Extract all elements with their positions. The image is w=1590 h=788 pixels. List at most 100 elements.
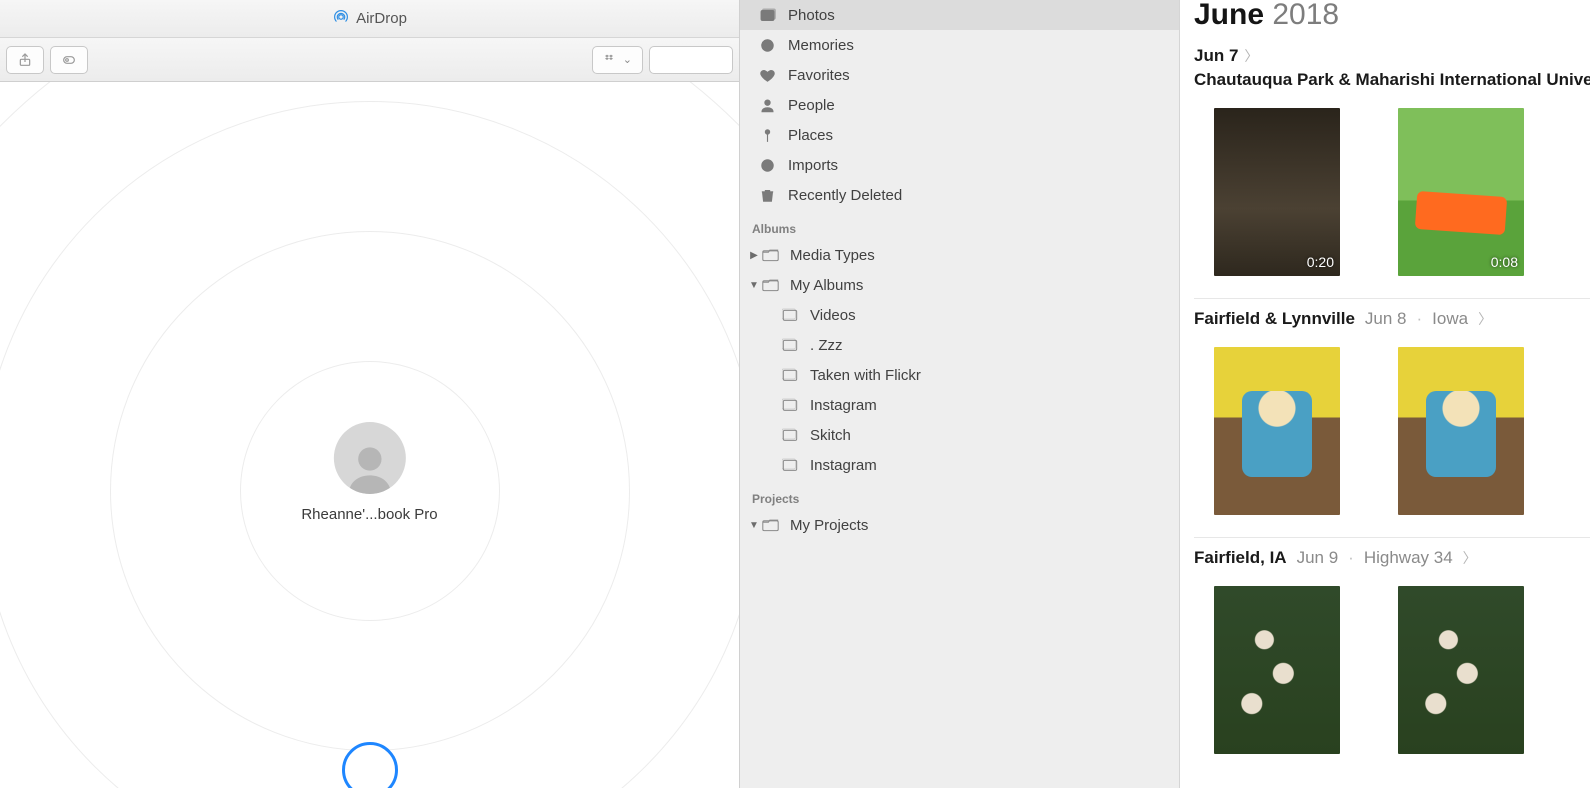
photo-thumbnail[interactable]: [1398, 586, 1524, 754]
search-field[interactable]: [649, 46, 733, 74]
finder-title: AirDrop: [356, 10, 407, 27]
day-group: Jun 7 〉 Chautauqua Park & Maharishi Intern…: [1194, 46, 1590, 276]
sidebar-album--zzz[interactable]: . Zzz: [740, 330, 1179, 360]
folder-icon: [762, 248, 780, 262]
thumbnail-row: [1194, 347, 1590, 515]
album-label: Videos: [810, 307, 856, 324]
day-location: Iowa: [1432, 309, 1468, 329]
day-location: Highway 34: [1364, 548, 1453, 568]
sidebar-item-label: Recently Deleted: [788, 187, 902, 204]
album-label: . Zzz: [810, 337, 843, 354]
disclosure-down-icon[interactable]: ▼: [748, 280, 760, 291]
media-types-label: Media Types: [790, 247, 875, 264]
pin-icon: [758, 127, 776, 144]
section-header-albums: Albums: [740, 210, 1179, 240]
album-icon: [782, 368, 800, 382]
finder-window: AirDrop ⌄ Rhean: [0, 0, 740, 788]
folder-icon: [762, 278, 780, 292]
airdrop-contact[interactable]: Rheanne'...book Pro: [301, 422, 437, 523]
sidebar-item-label: Memories: [788, 37, 854, 54]
video-duration: 0:20: [1307, 254, 1334, 270]
album-label: Instagram: [810, 397, 877, 414]
airdrop-body: Rheanne'...book Pro: [0, 82, 739, 788]
thumbnail-row: 0:20 0:08: [1194, 108, 1590, 276]
day-title: Fairfield & Lynnville: [1194, 309, 1355, 329]
contact-name: Rheanne'...book Pro: [301, 506, 437, 523]
photos-sidebar: Photos Memories Favorites People Places Impor…: [740, 0, 1180, 788]
trash-icon: [758, 187, 776, 204]
photo-thumbnail[interactable]: [1214, 586, 1340, 754]
finder-toolbar: ⌄: [0, 38, 739, 82]
sidebar-item-photos[interactable]: Photos: [740, 0, 1179, 30]
disclosure-down-icon[interactable]: ▼: [748, 520, 760, 531]
album-icon: [782, 338, 800, 352]
person-icon: [758, 97, 776, 114]
album-label: Taken with Flickr: [810, 367, 921, 384]
photo-thumbnail[interactable]: [1214, 347, 1340, 515]
album-label: Skitch: [810, 427, 851, 444]
sidebar-item-recently-deleted[interactable]: Recently Deleted: [740, 180, 1179, 210]
sidebar-album-skitch[interactable]: Skitch: [740, 420, 1179, 450]
album-label: Instagram: [810, 457, 877, 474]
day-group: Fairfield & LynnvilleJun 8·Iowa〉: [1194, 298, 1590, 515]
sidebar-my-projects[interactable]: ▼ My Projects: [740, 510, 1179, 540]
day-date: Jun 7: [1194, 46, 1238, 66]
sidebar-item-label: People: [788, 97, 835, 114]
album-icon: [782, 308, 800, 322]
photo-thumbnail[interactable]: [1398, 347, 1524, 515]
photos-content: June 2018 Jun 7 〉 Chautauqua Park & Mahari…: [1180, 0, 1590, 788]
sidebar-media-types[interactable]: ▶ Media Types: [740, 240, 1179, 270]
my-albums-label: My Albums: [790, 277, 863, 294]
photos-icon: [758, 7, 776, 24]
sidebar-item-label: Favorites: [788, 67, 850, 84]
sidebar-item-places[interactable]: Places: [740, 120, 1179, 150]
avatar-icon: [333, 422, 405, 494]
video-thumbnail[interactable]: 0:20: [1214, 108, 1340, 276]
month-label: June: [1194, 0, 1264, 31]
chevron-right-icon: 〉: [1244, 46, 1258, 66]
section-header-projects: Projects: [740, 480, 1179, 510]
heart-icon: [758, 67, 776, 84]
tags-button[interactable]: [50, 46, 88, 74]
sidebar-item-people[interactable]: People: [740, 90, 1179, 120]
month-header[interactable]: June 2018: [1194, 0, 1590, 30]
year-label: 2018: [1272, 0, 1339, 31]
share-button[interactable]: [6, 46, 44, 74]
day-group: Fairfield, IAJun 9·Highway 34〉: [1194, 537, 1590, 754]
day-title: Chautauqua Park & Maharishi Internationa…: [1194, 70, 1590, 90]
day-date-header[interactable]: Jun 7 〉: [1194, 46, 1590, 66]
album-icon: [782, 458, 800, 472]
album-icon: [782, 428, 800, 442]
sidebar-album-taken-with-flickr[interactable]: Taken with Flickr: [740, 360, 1179, 390]
day-date: Jun 9: [1297, 548, 1339, 568]
sidebar-item-favorites[interactable]: Favorites: [740, 60, 1179, 90]
finder-titlebar: AirDrop: [0, 0, 739, 38]
dropbox-button[interactable]: ⌄: [592, 46, 643, 74]
clock-icon: [758, 157, 776, 174]
sidebar-item-label: Imports: [788, 157, 838, 174]
day-title: Fairfield, IA: [1194, 548, 1287, 568]
sidebar-item-imports[interactable]: Imports: [740, 150, 1179, 180]
folder-icon: [762, 518, 780, 532]
my-projects-label: My Projects: [790, 517, 868, 534]
sidebar-album-instagram[interactable]: Instagram: [740, 450, 1179, 480]
video-duration: 0:08: [1491, 254, 1518, 270]
memories-icon: [758, 37, 776, 54]
album-icon: [782, 398, 800, 412]
day-date: Jun 8: [1365, 309, 1407, 329]
sidebar-my-albums[interactable]: ▼ My Albums: [740, 270, 1179, 300]
sidebar-item-label: Photos: [788, 7, 835, 24]
airdrop-icon: [332, 8, 350, 30]
sidebar-item-label: Places: [788, 127, 833, 144]
chevron-down-icon: ⌄: [623, 53, 632, 66]
chevron-right-icon: 〉: [1478, 309, 1492, 329]
chevron-right-icon: 〉: [1463, 548, 1477, 568]
video-thumbnail[interactable]: 0:08: [1398, 108, 1524, 276]
day-meta-header[interactable]: Fairfield, IAJun 9·Highway 34〉: [1194, 548, 1590, 568]
sidebar-item-memories[interactable]: Memories: [740, 30, 1179, 60]
sidebar-album-instagram[interactable]: Instagram: [740, 390, 1179, 420]
disclosure-right-icon[interactable]: ▶: [748, 250, 760, 261]
day-meta-header[interactable]: Fairfield & LynnvilleJun 8·Iowa〉: [1194, 309, 1590, 329]
thumbnail-row: [1194, 586, 1590, 754]
sidebar-album-videos[interactable]: Videos: [740, 300, 1179, 330]
